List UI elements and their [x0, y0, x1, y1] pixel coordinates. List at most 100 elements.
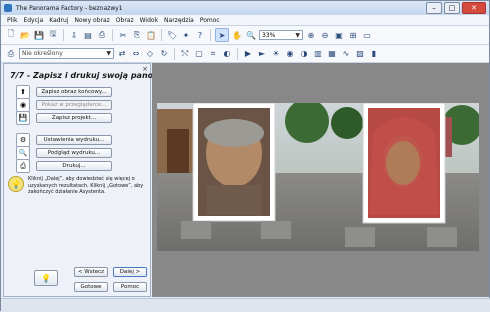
- zoom-value: 33%: [262, 31, 276, 39]
- crop-icon[interactable]: ⌗: [207, 48, 219, 60]
- toolbar-separator: [237, 47, 238, 60]
- play-icon[interactable]: ▶: [242, 48, 254, 60]
- printer-icon: ⎙: [16, 159, 30, 173]
- merge-icon[interactable]: ⤲: [179, 48, 191, 60]
- save-as-icon[interactable]: 🖫: [47, 29, 59, 41]
- menu-edycja[interactable]: Edycja: [23, 17, 43, 24]
- print-size-select[interactable]: Nie określony ▼: [19, 48, 114, 59]
- toolbar-separator: [174, 47, 175, 60]
- adjust-icon[interactable]: ◐: [221, 48, 233, 60]
- hint-button[interactable]: 💡: [34, 270, 58, 286]
- tag-icon[interactable]: 🏷: [166, 29, 178, 41]
- wizard-panel: × 7/7 - Zapisz i drukuj swoją panoramę ⬆…: [3, 63, 176, 297]
- window-title: The Panorama Factory - beznazwy1: [16, 4, 123, 12]
- import-icon[interactable]: ⇩: [68, 29, 80, 41]
- wizard-nav: 💡 < Wstecz Dalej > Gotowe Pomoc: [4, 256, 150, 296]
- info-text: Kliknij „Dalej”, aby dowiedzieć się więc…: [28, 176, 144, 196]
- main-toolbar: 🗋 📂 💾 🖫 ⇩ ▤ ⎙ ✂ ⎘ 📋 🏷 ✦ ? ➤ ✋ 🔍 33% ▼ ⊕ …: [1, 26, 489, 45]
- stitch-icon[interactable]: ⇄: [116, 48, 128, 60]
- secondary-toolbar: ⎙ Nie określony ▼ ⇄ ⇔ ◇ ↻ ⤲ ▢ ⌗ ◐ ▶ ► ☀ …: [1, 45, 489, 63]
- frame-icon[interactable]: ▢: [193, 48, 205, 60]
- histogram-icon[interactable]: ▦: [326, 48, 338, 60]
- print-settings-row: ⚙ Ustawienia wydruku...: [16, 133, 112, 147]
- window-controls: – □ ✕: [426, 2, 486, 14]
- copy-icon[interactable]: ⎘: [131, 29, 143, 41]
- menu-narzedzia[interactable]: Narzędzia: [164, 17, 194, 24]
- split-view-icon[interactable]: ▭: [361, 29, 373, 41]
- pointer-icon[interactable]: ➤: [215, 28, 229, 42]
- menu-obraz[interactable]: Obraz: [116, 17, 134, 24]
- color-icon[interactable]: ◉: [284, 48, 296, 60]
- save-final-icon: ⬆: [16, 85, 30, 99]
- info-box: 💡 Kliknij „Dalej”, aby dowiedzieć się wi…: [8, 176, 148, 206]
- back-button[interactable]: < Wstecz: [74, 267, 108, 277]
- show-browser-row: ◉ Pokaż w przeglądarce...: [16, 98, 112, 112]
- scan-icon[interactable]: ▤: [82, 29, 94, 41]
- print-preview-button[interactable]: Podgląd wydruku...: [36, 148, 112, 158]
- menu-nowy-obraz[interactable]: Nowy obraz: [75, 17, 110, 24]
- wand-icon[interactable]: ✦: [180, 29, 192, 41]
- floppy-icon: 💾: [16, 111, 30, 125]
- menu-pomoc[interactable]: Pomoc: [200, 17, 220, 24]
- zoom-out-icon[interactable]: ⊖: [319, 29, 331, 41]
- rotate-icon[interactable]: ↻: [158, 48, 170, 60]
- menu-kadruj[interactable]: Kadruj: [49, 17, 68, 24]
- print-icon[interactable]: ⎙: [96, 29, 108, 41]
- lightbulb-icon: 💡: [41, 273, 51, 283]
- filter-icon[interactable]: ▧: [354, 48, 366, 60]
- show-in-browser-button[interactable]: Pokaż w przeglądarce...: [36, 100, 112, 110]
- brightness-icon[interactable]: ☀: [270, 48, 282, 60]
- print-preview-row: 🔍 Podgląd wydruku...: [16, 146, 112, 160]
- new-file-icon[interactable]: 🗋: [5, 29, 17, 41]
- grid-icon[interactable]: ⊞: [347, 29, 359, 41]
- print-button[interactable]: Drukuj...: [36, 161, 112, 171]
- status-bar: [1, 298, 490, 312]
- minimize-button[interactable]: –: [426, 2, 442, 14]
- maximize-button[interactable]: □: [444, 2, 460, 14]
- open-file-icon[interactable]: 📂: [19, 29, 31, 41]
- toolbar-separator: [161, 29, 162, 41]
- print-select-value: Nie określony: [22, 50, 63, 57]
- title-bar: The Panorama Factory - beznazwy1 – □ ✕: [1, 1, 489, 15]
- print-settings-button[interactable]: Ustawienia wydruku...: [36, 135, 112, 145]
- eye-icon: ◉: [16, 98, 30, 112]
- help-icon[interactable]: ?: [194, 29, 206, 41]
- levels-icon[interactable]: ▥: [312, 48, 324, 60]
- curves-icon[interactable]: ∿: [340, 48, 352, 60]
- chart-icon[interactable]: ▮: [368, 48, 380, 60]
- image-canvas[interactable]: [152, 63, 489, 297]
- fit-window-icon[interactable]: ▣: [333, 29, 345, 41]
- chevron-down-icon: ▼: [106, 50, 111, 57]
- zoom-select[interactable]: 33% ▼: [259, 30, 303, 40]
- printer-small-icon: ⎙: [7, 48, 15, 58]
- save-final-button[interactable]: Zapisz obraz końcowy...: [36, 87, 112, 97]
- save-icon[interactable]: 💾: [33, 29, 45, 41]
- next-button[interactable]: Dalej >: [113, 267, 147, 277]
- app-icon: [4, 4, 12, 12]
- arrow-right-icon[interactable]: ►: [256, 48, 268, 60]
- menu-widok[interactable]: Widok: [140, 17, 158, 24]
- print-settings-icon: ⚙: [16, 133, 30, 147]
- cut-icon[interactable]: ✂: [117, 29, 129, 41]
- paste-icon[interactable]: 📋: [145, 29, 157, 41]
- zoom-tool-icon[interactable]: 🔍: [245, 29, 257, 41]
- lightbulb-icon: 💡: [8, 176, 24, 192]
- menu-plik[interactable]: Plik: [7, 17, 17, 24]
- chevron-down-icon: ▼: [295, 31, 300, 39]
- app-window: The Panorama Factory - beznazwy1 – □ ✕ P…: [0, 0, 490, 312]
- toolbar-separator: [210, 29, 211, 41]
- panorama-image: [157, 103, 479, 251]
- zoom-in-icon[interactable]: ⊕: [305, 29, 317, 41]
- align-icon[interactable]: ⇔: [130, 48, 142, 60]
- save-project-button[interactable]: Zapisz projekt...: [36, 113, 112, 123]
- toolbar-separator: [63, 29, 64, 41]
- hand-icon[interactable]: ✋: [231, 29, 243, 41]
- save-final-row: ⬆ Zapisz obraz końcowy...: [16, 85, 112, 99]
- sharpen-icon[interactable]: ◇: [144, 48, 156, 60]
- magnifier-icon: 🔍: [16, 146, 30, 160]
- contrast-icon[interactable]: ◑: [298, 48, 310, 60]
- menu-bar: Plik Edycja Kadruj Nowy obraz Obraz Wido…: [1, 15, 489, 26]
- help-button[interactable]: Pomoc: [113, 282, 147, 292]
- finish-button[interactable]: Gotowe: [74, 282, 108, 292]
- close-button[interactable]: ✕: [462, 2, 486, 14]
